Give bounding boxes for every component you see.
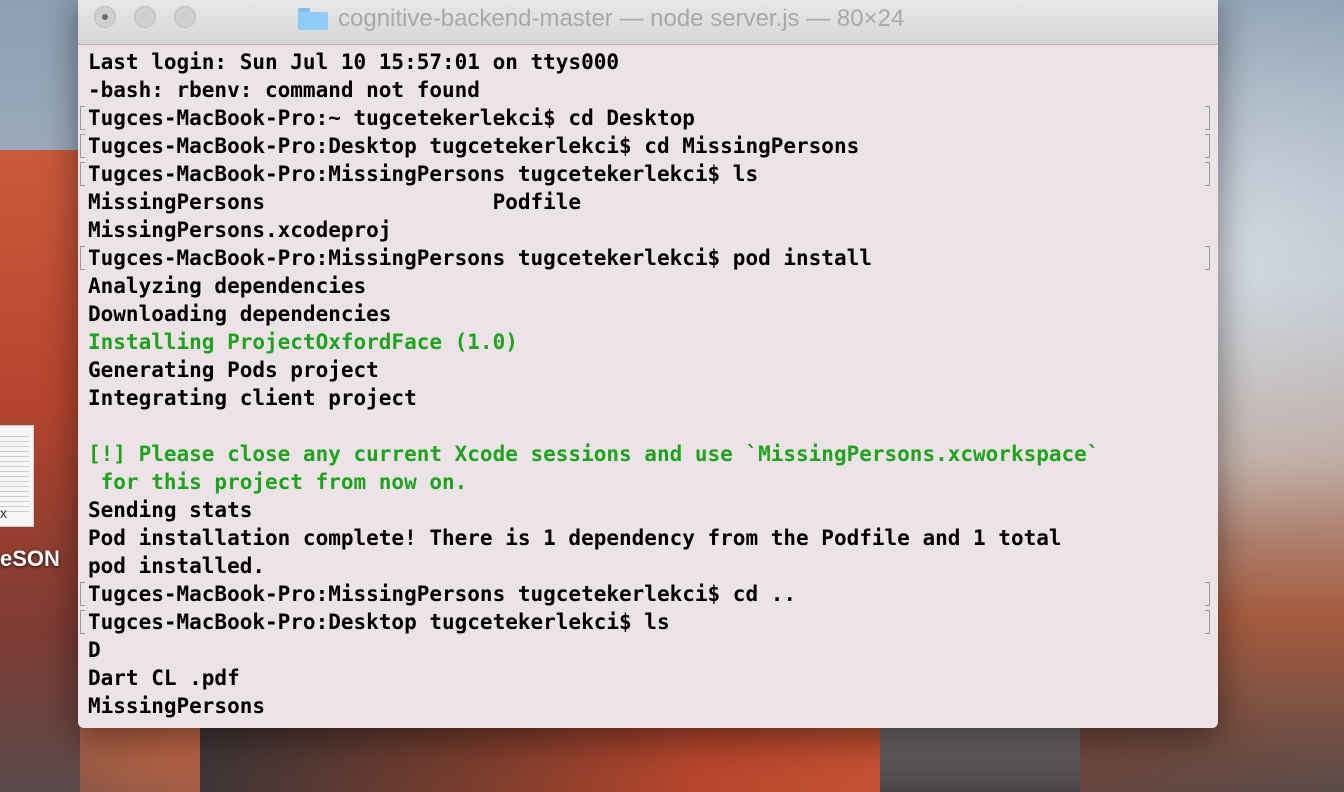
wallpaper-cliff — [880, 728, 1080, 792]
terminal-output-line: Last login: Sun Jul 10 15:57:01 on ttys0… — [88, 48, 1208, 76]
file-preview-lines — [0, 436, 29, 516]
terminal-line-text: -bash: rbenv: command not found — [88, 78, 480, 102]
terminal-output-line: Downloading dependencies — [88, 300, 1208, 328]
terminal-window[interactable]: cognitive-backend-master — node server.j… — [78, 0, 1218, 728]
terminal-output-line: pod installed. — [88, 552, 1208, 580]
terminal-output-line: Pod installation complete! There is 1 de… — [88, 524, 1208, 552]
prompt-mark-right — [1205, 106, 1210, 130]
window-titlebar[interactable]: cognitive-backend-master — node server.j… — [78, 0, 1218, 45]
close-button[interactable] — [94, 6, 116, 28]
terminal-output-line: -bash: rbenv: command not found — [88, 76, 1208, 104]
terminal-line-text: for this project from now on. — [88, 470, 468, 494]
terminal-line-text: Tugces-MacBook-Pro:MissingPersons tugcet… — [88, 162, 759, 186]
terminal-line-text: Tugces-MacBook-Pro:~ tugcetekerlekci$ cd… — [88, 106, 695, 130]
terminal-prompt-line: Tugces-MacBook-Pro:Desktop tugcetekerlek… — [80, 132, 1210, 160]
prompt-mark-left — [80, 134, 85, 158]
close-icon — [102, 14, 108, 20]
terminal-line-text: MissingPersons — [88, 694, 266, 718]
terminal-prompt-line: Tugces-MacBook-Pro:MissingPersons tugcet… — [80, 160, 1210, 188]
terminal-line-text: pod installed. — [88, 554, 266, 578]
terminal-line-text: MissingPersons.xcodeproj — [88, 218, 392, 242]
terminal-output-line: for this project from now on. — [88, 468, 1208, 496]
prompt-mark-right — [1205, 610, 1210, 634]
terminal-prompt-line: Tugces-MacBook-Pro:MissingPersons tugcet… — [80, 244, 1210, 272]
terminal-line-text: Tugces-MacBook-Pro:MissingPersons tugcet… — [88, 246, 872, 270]
terminal-output-line: Installing ProjectOxfordFace (1.0) — [88, 328, 1208, 356]
terminal-output-line: Integrating client project — [88, 384, 1208, 412]
terminal-line-text: Installing ProjectOxfordFace (1.0) — [88, 330, 518, 354]
terminal-output-line: Sending stats — [88, 496, 1208, 524]
terminal-line-text: Analyzing dependencies — [88, 274, 367, 298]
terminal-output-line: Analyzing dependencies — [88, 272, 1208, 300]
folder-icon — [298, 8, 328, 30]
prompt-mark-right — [1205, 134, 1210, 158]
terminal-line-text: [!] Please close any current Xcode sessi… — [88, 442, 1100, 466]
desktop-item-label[interactable]: eSON — [0, 546, 60, 572]
prompt-mark-right — [1205, 162, 1210, 186]
terminal-line-text: Tugces-MacBook-Pro:MissingPersons tugcet… — [88, 582, 797, 606]
terminal-prompt-line: Tugces-MacBook-Pro:Desktop tugcetekerlek… — [80, 608, 1210, 636]
terminal-line-text: Last login: Sun Jul 10 15:57:01 on ttys0… — [88, 50, 620, 74]
terminal-line-text: MissingPersons Podfile — [88, 190, 582, 214]
terminal-line-text: D — [88, 638, 101, 662]
terminal-line-text: Generating Pods project — [88, 358, 379, 382]
prompt-mark-left — [80, 106, 85, 130]
terminal-output-line: MissingPersons — [88, 692, 1208, 720]
terminal-output-line: MissingPersons Podfile — [88, 188, 1208, 216]
terminal-output-line: MissingPersons.xcodeproj — [88, 216, 1208, 244]
wallpaper-rock — [200, 728, 900, 792]
terminal-line-text: Integrating client project — [88, 386, 417, 410]
terminal-output-line: [!] Please close any current Xcode sessi… — [88, 440, 1208, 468]
desktop-file-extension: x — [0, 505, 7, 521]
prompt-mark-left — [80, 246, 85, 270]
terminal-output-line: Dart CL .pdf — [88, 664, 1208, 692]
zoom-button[interactable] — [174, 6, 196, 28]
terminal-output-line: D — [88, 636, 1208, 664]
prompt-mark-right — [1205, 582, 1210, 606]
terminal-prompt-line: Tugces-MacBook-Pro:MissingPersons tugcet… — [80, 580, 1210, 608]
terminal-line-text: Dart CL .pdf — [88, 666, 240, 690]
terminal-line-text: Tugces-MacBook-Pro:Desktop tugcetekerlek… — [88, 610, 670, 634]
terminal-output-line: Generating Pods project — [88, 356, 1208, 384]
prompt-mark-right — [1205, 246, 1210, 270]
terminal-line-text: Downloading dependencies — [88, 302, 392, 326]
terminal-line-text: Tugces-MacBook-Pro:Desktop tugcetekerlek… — [88, 134, 860, 158]
prompt-mark-left — [80, 162, 85, 186]
prompt-mark-left — [80, 610, 85, 634]
terminal-line-text: Sending stats — [88, 498, 253, 522]
terminal-prompt-line: Tugces-MacBook-Pro:~ tugcetekerlekci$ cd… — [80, 104, 1210, 132]
terminal-output[interactable]: Last login: Sun Jul 10 15:57:01 on ttys0… — [80, 48, 1210, 720]
terminal-line-text: Pod installation complete! There is 1 de… — [88, 526, 1062, 550]
prompt-mark-left — [80, 582, 85, 606]
minimize-button[interactable] — [134, 6, 156, 28]
window-title-group: cognitive-backend-master — node server.j… — [298, 4, 904, 34]
window-title: cognitive-backend-master — node server.j… — [338, 5, 905, 32]
